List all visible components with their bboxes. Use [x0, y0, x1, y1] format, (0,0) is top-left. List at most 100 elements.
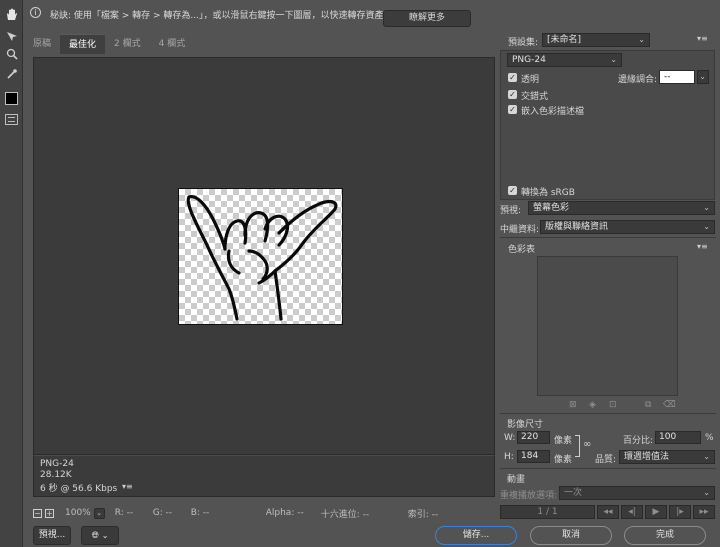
image-preview [178, 188, 343, 325]
constrain-link-icon[interactable]: ∞ [583, 439, 591, 450]
status-bar: − + 100% ⌄ R: -- G: -- B: -- Alpha: -- 十… [33, 506, 495, 520]
cancel-button[interactable]: 取消 [530, 526, 612, 545]
preview-button[interactable]: 預視... [33, 526, 71, 545]
divider [500, 468, 716, 469]
format-value: PNG-24 [512, 55, 546, 65]
color-table-title: 色彩表 [508, 245, 536, 255]
zoom-tool-icon[interactable] [3, 46, 20, 62]
divider [500, 237, 716, 238]
quality-value: 環週增值法 [624, 452, 670, 462]
matte-dropdown[interactable]: ⌄ [697, 70, 709, 84]
hand-tool-icon[interactable] [3, 6, 20, 22]
readout-r: R: -- [114, 508, 134, 518]
download-speed-menu-icon[interactable]: ▾≡ [122, 482, 133, 491]
zoom-dropdown-icon[interactable]: ⌄ [93, 507, 105, 519]
embed-profile-label: 嵌入色彩描述檔 [521, 107, 585, 117]
preview-value: 螢幕色彩 [533, 203, 570, 213]
matte-label: 邊緣調合: [618, 75, 658, 85]
info-icon: i [30, 7, 41, 18]
optimize-settings-panel: 預設集: [未命名] ⌄ ▾≡ PNG-24 ⌄ ✓ 透明 邊緣調合: -- ⌄… [497, 28, 720, 520]
save-button[interactable]: 儲存... [435, 526, 517, 545]
chevron-down-icon: ⌄ [703, 452, 710, 461]
preset-value: [未命名] [547, 35, 582, 45]
convert-srgb-checkbox[interactable]: ✓ [508, 186, 517, 195]
readout-b: B: -- [190, 508, 210, 518]
animation-title: 動畫 [507, 475, 526, 485]
convert-srgb-label: 轉換為 sRGB [521, 188, 575, 198]
loop-dropdown: 一次 ⌄ [559, 486, 715, 500]
chevron-down-icon: ⌄ [703, 203, 710, 212]
width-unit: 像素 [554, 436, 573, 446]
divider [500, 413, 716, 414]
width-input[interactable]: 220 [517, 431, 550, 444]
eyedropper-tool-icon[interactable] [3, 66, 20, 82]
chevron-down-icon: ⌄ [638, 35, 645, 44]
browser-preview-dropdown[interactable]: 🌐︎ ⌄ [81, 526, 119, 545]
trash-icon[interactable]: ⌫ [663, 400, 676, 410]
learn-more-button[interactable]: 瞭解更多 [383, 10, 471, 27]
info-download-time: 6 秒 @ 56.6 Kbps [40, 484, 118, 494]
height-label: H: [504, 452, 514, 462]
web-snap-icon[interactable]: ◈ [589, 400, 596, 410]
map-to-transparent-icon[interactable]: ⊠ [569, 400, 577, 410]
color-table-menu-icon[interactable]: ▾≡ [697, 242, 708, 251]
transparency-checkbox[interactable]: ✓ [508, 73, 517, 82]
readout-g: G: -- [152, 508, 173, 518]
tip-text: 秘訣: 使用「檔案 > 轉存 > 轉存為...」，或以滑鼠右鍵按一下圖層，以快速… [50, 11, 384, 21]
chevron-down-icon: ⌄ [703, 222, 710, 231]
matte-value: -- [664, 72, 671, 82]
lock-color-icon[interactable]: ⊡ [609, 400, 617, 410]
embed-profile-checkbox[interactable]: ✓ [508, 105, 517, 114]
done-button[interactable]: 完成 [624, 526, 706, 545]
loop-label: 重複播放選項: [500, 491, 558, 501]
zoom-level[interactable]: 100% [65, 508, 91, 518]
readout-index: 索引: -- [407, 509, 439, 520]
zoom-out-icon[interactable]: − [33, 508, 42, 518]
chevron-down-icon: ⌄ [610, 55, 617, 64]
play-icon: ▶ [645, 505, 667, 519]
slice-select-tool-icon[interactable] [3, 28, 20, 44]
loop-value: 一次 [564, 488, 583, 498]
chevron-down-icon: ⌄ [703, 488, 710, 497]
interlaced-checkbox[interactable]: ✓ [508, 90, 517, 99]
new-color-icon[interactable]: ⧉ [645, 400, 651, 410]
info-format: PNG-24 [40, 459, 74, 469]
interlaced-label: 交錯式 [521, 92, 549, 102]
format-dropdown[interactable]: PNG-24 ⌄ [507, 53, 622, 67]
readout-hex: 十六進位: -- [320, 509, 370, 520]
preset-dropdown[interactable]: [未命名] ⌄ [542, 33, 650, 47]
chevron-down-icon: ⌄ [101, 531, 109, 540]
eyedropper-color-swatch[interactable] [5, 92, 18, 105]
color-table-grid[interactable] [537, 256, 678, 396]
width-label: W: [504, 433, 516, 443]
metadata-dropdown[interactable]: 版權與聯絡資訊 ⌄ [540, 220, 715, 234]
image-size-title: 影像尺寸 [507, 420, 544, 430]
chevron-down-icon: ⌄ [699, 72, 706, 81]
panel-menu-icon[interactable]: ▾≡ [697, 34, 708, 43]
height-input[interactable]: 184 [517, 450, 550, 463]
tab-optimized[interactable]: 最佳化 [60, 34, 106, 54]
info-file-size: 28.12K [40, 470, 72, 480]
preview-dropdown[interactable]: 螢幕色彩 ⌄ [528, 201, 715, 215]
next-frame-icon: |▸ [669, 505, 691, 519]
zoom-in-icon[interactable]: + [45, 508, 54, 518]
readout-alpha: Alpha: -- [265, 508, 304, 518]
image-info-panel: PNG-24 28.12K 6 秒 @ 56.6 Kbps ▾≡ [33, 455, 495, 497]
percent-unit: % [705, 433, 714, 443]
toggle-slices-icon[interactable] [5, 114, 18, 125]
first-frame-icon: ◂◂ [597, 505, 619, 519]
prev-frame-icon: ◂| [621, 505, 643, 519]
tab-original[interactable]: 原稿 [24, 34, 60, 54]
tab-4-up[interactable]: 4 欄式 [150, 34, 195, 54]
link-bracket [575, 435, 580, 457]
matte-color-field[interactable]: -- [659, 70, 695, 84]
frame-counter: 1 / 1 [500, 505, 595, 519]
percent-label: 百分比: [623, 436, 654, 446]
percent-input[interactable]: 100 [655, 431, 701, 444]
metadata-value: 版權與聯絡資訊 [545, 222, 609, 232]
browser-icon: 🌐︎ [91, 531, 99, 541]
tab-2-up[interactable]: 2 欄式 [105, 34, 150, 54]
quality-dropdown[interactable]: 環週增值法 ⌄ [619, 450, 715, 464]
quality-label: 品質: [595, 455, 617, 465]
last-frame-icon: ▸▸ [693, 505, 715, 519]
